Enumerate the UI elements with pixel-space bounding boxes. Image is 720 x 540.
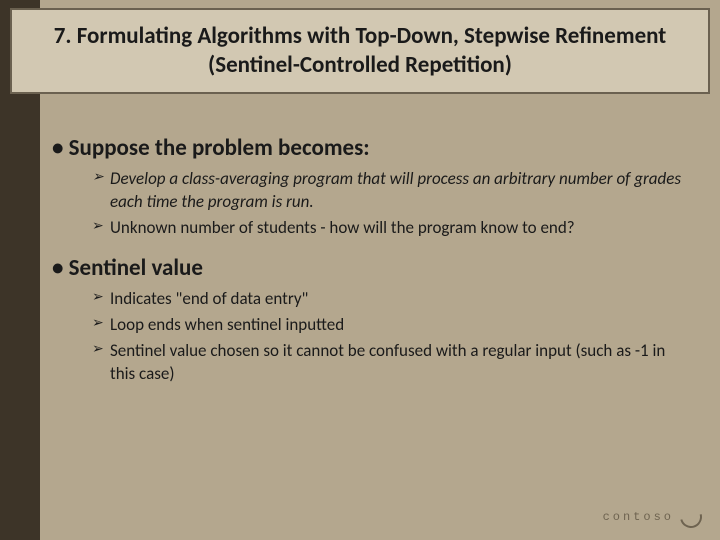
list-item: Indicates "end of data entry" [92,288,690,311]
list-item: Develop a class-averaging program that w… [92,168,690,214]
section1-list: Develop a class-averaging program that w… [52,168,690,240]
section1-heading: • Suppose the problem becomes: [52,134,690,162]
title-bar: 7. Formulating Algorithms with Top-Down,… [10,8,710,94]
footer-logo: contoso [603,506,702,528]
section2-list: Indicates "end of data entry" Loop ends … [52,288,690,386]
logo-swirl-icon [676,502,706,532]
list-item: Unknown number of students - how will th… [92,217,690,240]
section2-heading: • Sentinel value [52,254,690,282]
logo-text: contoso [603,510,674,524]
slide-title: 7. Formulating Algorithms with Top-Down,… [24,22,696,80]
list-item: Sentinel value chosen so it cannot be co… [92,340,690,386]
slide-content: • Suppose the problem becomes: Develop a… [52,120,690,389]
list-item: Loop ends when sentinel inputted [92,314,690,337]
